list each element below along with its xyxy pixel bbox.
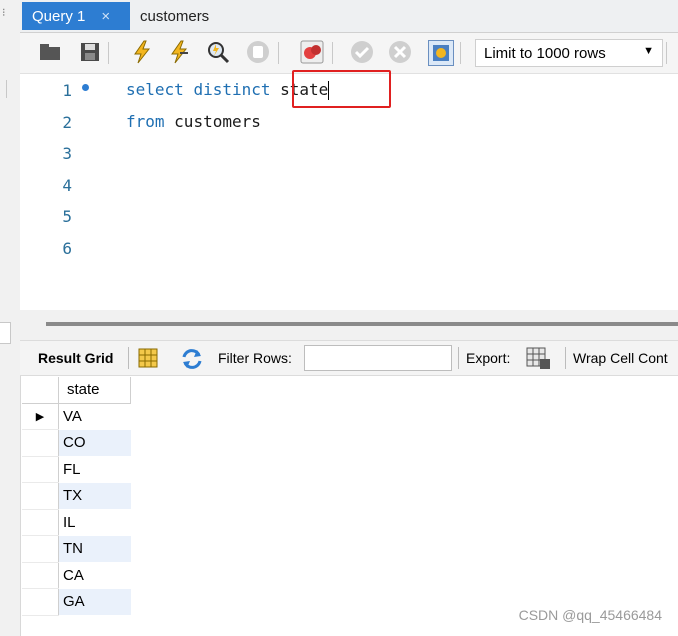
sql-toolbar: Limit to 1000 rows ▼ — [20, 33, 678, 74]
tab-query-1[interactable]: Query 1 × — [22, 2, 130, 30]
row-selector[interactable] — [22, 456, 59, 483]
splitter-handle[interactable] — [46, 322, 678, 326]
table-row[interactable]: ▶ VA — [22, 403, 131, 430]
watermark-text: CSDN @qq_45466484 — [518, 607, 662, 623]
table-row[interactable]: CO — [22, 429, 131, 457]
result-grid-tab[interactable]: Result Grid — [38, 350, 113, 366]
save-icon[interactable] — [78, 40, 102, 64]
table-cell[interactable]: CA — [59, 562, 131, 589]
row-selector[interactable] — [22, 482, 59, 510]
toolbar-separator — [666, 42, 667, 64]
filter-rows-input[interactable] — [304, 345, 452, 371]
code-line-2[interactable]: from customers — [126, 112, 261, 131]
sql-editor[interactable]: 1 2 3 4 5 6 select distinct state from c… — [20, 70, 678, 310]
explain-icon[interactable] — [206, 40, 230, 64]
execute-icon[interactable] — [130, 40, 154, 64]
result-toolbar: Result Grid Filter Rows: Export: Wrap Ce… — [20, 340, 678, 376]
table-cell[interactable]: FL — [59, 456, 131, 483]
grid-corner — [22, 377, 59, 404]
table-cell[interactable]: VA — [59, 403, 131, 430]
sql-keyword: from — [126, 112, 165, 131]
panel-edge-notch — [0, 322, 11, 344]
row-selector[interactable] — [22, 535, 59, 563]
line-number: 6 — [62, 239, 72, 258]
row-selector[interactable] — [22, 509, 59, 536]
export-label: Export: — [466, 350, 511, 366]
toolbar-separator — [460, 42, 461, 64]
table-row[interactable]: TN — [22, 535, 131, 563]
table-row[interactable]: GA — [22, 588, 131, 616]
table-cell[interactable]: CO — [58, 429, 131, 456]
table-row[interactable]: FL — [22, 456, 131, 483]
pane-splitter[interactable] — [20, 310, 678, 340]
panel-handle-icon[interactable]: ⁝ — [2, 6, 6, 19]
panel-edge-notch — [0, 80, 7, 98]
toolbar-separator — [332, 42, 333, 64]
line-number: 3 — [62, 144, 72, 163]
limit-rows-value: Limit to 1000 rows — [484, 44, 606, 62]
table-row[interactable]: CA — [22, 562, 131, 589]
table-row[interactable]: IL — [22, 509, 131, 536]
line-number: 1 — [62, 81, 72, 100]
table-cell[interactable]: TN — [58, 535, 131, 562]
table-cell[interactable]: GA — [58, 588, 131, 615]
tab-bar: Query 1 × customers — [20, 0, 678, 33]
row-selector-arrow-icon[interactable]: ▶ — [22, 403, 59, 430]
sql-keyword: distinct — [193, 80, 271, 99]
tab-label: customers — [140, 7, 210, 25]
rollback-icon[interactable] — [388, 40, 412, 64]
row-selector[interactable] — [22, 429, 59, 457]
toolbar-separator — [128, 347, 129, 369]
tab-customers[interactable]: customers — [140, 2, 209, 30]
column-header-state[interactable]: state — [58, 377, 131, 404]
close-icon[interactable]: × — [101, 8, 110, 25]
table-cell[interactable]: IL — [59, 509, 131, 536]
toolbar-separator — [458, 347, 459, 369]
row-selector[interactable] — [22, 588, 59, 616]
sql-keyword: select — [126, 80, 184, 99]
toggle-stop-on-error-icon[interactable] — [300, 40, 324, 64]
autocommit-toggle-icon[interactable] — [428, 40, 454, 66]
chevron-down-icon: ▼ — [643, 45, 654, 57]
statement-marker-icon — [82, 84, 89, 91]
left-panel-edge: ⁝ — [0, 0, 21, 636]
refresh-icon[interactable] — [180, 348, 204, 373]
execute-current-icon[interactable] — [168, 40, 192, 64]
wrap-cell-content-label[interactable]: Wrap Cell Cont — [573, 350, 668, 366]
toolbar-separator — [108, 42, 109, 64]
sql-identifier: customers — [174, 112, 261, 131]
line-number: 5 — [62, 207, 72, 226]
result-grid: state ▶ VA CO FL TX IL TN CA GA — [22, 377, 131, 616]
export-icon[interactable] — [526, 347, 552, 374]
table-cell[interactable]: TX — [58, 482, 131, 509]
annotation-highlight-box — [292, 70, 391, 108]
table-row[interactable]: TX — [22, 482, 131, 510]
line-number: 4 — [62, 176, 72, 195]
open-folder-icon[interactable] — [38, 40, 62, 64]
grid-view-icon[interactable] — [138, 348, 158, 371]
row-selector[interactable] — [22, 562, 59, 589]
commit-icon[interactable] — [350, 40, 374, 64]
tab-label: Query 1 — [32, 7, 86, 25]
toolbar-separator — [278, 42, 279, 64]
stop-icon[interactable] — [246, 40, 270, 64]
toolbar-separator — [565, 347, 566, 369]
line-number: 2 — [62, 113, 72, 132]
filter-rows-label: Filter Rows: — [218, 350, 292, 366]
limit-rows-select[interactable]: Limit to 1000 rows ▼ — [475, 39, 663, 67]
